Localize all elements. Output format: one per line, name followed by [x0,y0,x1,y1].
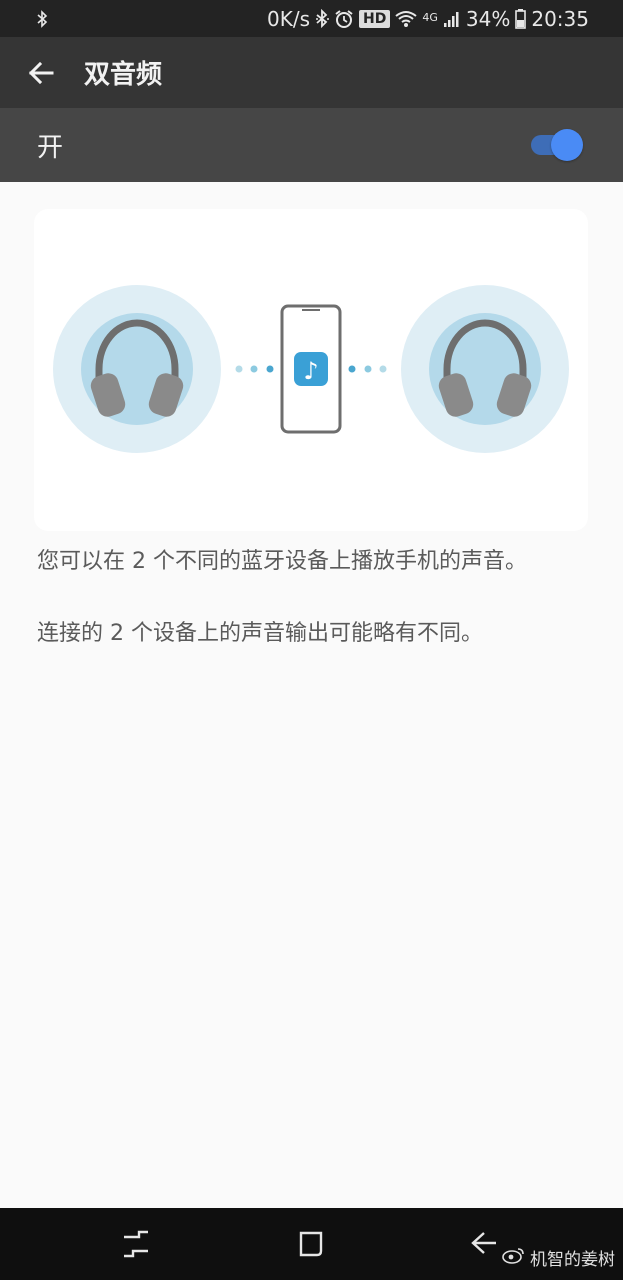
home-button[interactable] [261,1208,361,1280]
dual-audio-switch[interactable] [531,129,583,161]
signal-icon [443,10,461,28]
dual-audio-illustration: ♪ [34,209,588,531]
dot [364,365,372,373]
bluetooth-icon [315,8,330,29]
wifi-icon [395,10,417,28]
description-line-2: 连接的 2 个设备上的声音输出可能略有不同。 [37,621,483,646]
clock: 20:35 [531,6,589,31]
arrow-left-icon [28,61,54,84]
network-type: 4G [422,10,438,24]
description-line-1: 您可以在 2 个不同的蓝牙设备上播放手机的声音。 [37,549,527,574]
home-icon [299,1231,323,1257]
navigation-bar: 机智的姜树 [0,1208,623,1280]
dot [379,365,387,373]
headphones-right-icon [401,285,569,453]
back-arrow-icon [471,1232,496,1254]
battery-icon [515,8,527,29]
weibo-watermark: 机智的姜树 [502,1245,615,1270]
dot [250,365,258,373]
phone-icon: ♪ [280,304,342,434]
app-bar: 双音频 [0,37,623,108]
recent-apps-icon [124,1230,148,1258]
alarm-icon [334,9,354,29]
watermark-text: 机智的姜树 [530,1250,615,1270]
dual-audio-toggle-row[interactable]: 开 [0,108,623,182]
page-title: 双音频 [84,60,163,90]
svg-text:♪: ♪ [303,357,318,385]
battery-percent: 34% [465,6,511,31]
dot [348,365,356,373]
toggle-label: 开 [37,132,64,163]
bluetooth-notification-icon [36,9,48,28]
status-bar: 0K/s HD 4G 34% 20:35 [0,0,623,37]
hd-badge: HD [359,9,391,28]
recent-apps-button[interactable] [86,1208,186,1280]
dot [266,365,274,373]
weibo-icon [502,1246,526,1269]
dot [235,365,243,373]
back-button[interactable] [0,37,84,108]
headphones-left-icon [53,285,221,453]
net-speed: 0K/s [267,6,311,31]
switch-thumb [551,129,583,161]
